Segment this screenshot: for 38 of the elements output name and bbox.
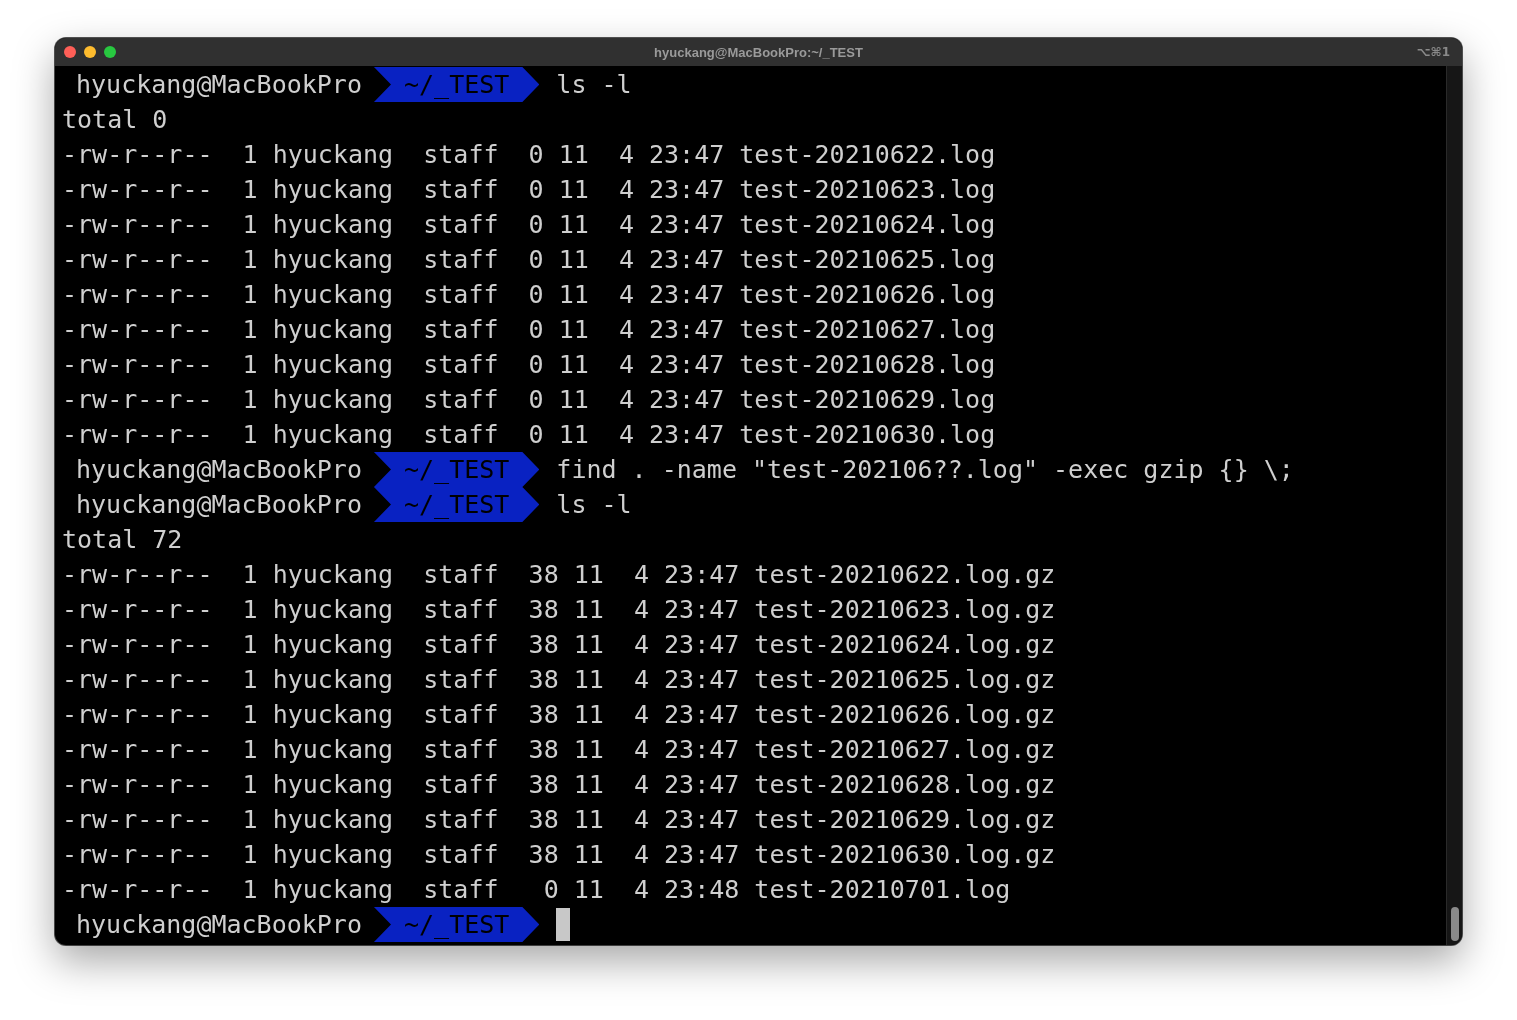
command-text: find . -name "test-202106??.log" -exec gzip {} \; [555, 454, 1294, 486]
prompt-user: hyuckang@MacBookPro [75, 69, 363, 101]
shortcut-label: ⌥⌘1 [1416, 45, 1450, 59]
output-line: -rw-r--r-- 1 hyuckang staff 0 11 4 23:47 test-20210625.log [62, 244, 996, 276]
output-line: total 72 [62, 524, 183, 556]
prompt-user: hyuckang@MacBookPro [75, 909, 363, 941]
output-line: -rw-r--r-- 1 hyuckang staff 0 11 4 23:47 test-20210627.log [62, 314, 996, 346]
output-line: -rw-r--r-- 1 hyuckang staff 38 11 4 23:47 test-20210630.log.gz [62, 839, 1056, 871]
output-line: -rw-r--r-- 1 hyuckang staff 0 11 4 23:47 test-20210630.log [62, 419, 996, 451]
output-line: -rw-r--r-- 1 hyuckang staff 0 11 4 23:47 test-20210628.log [62, 349, 996, 381]
prompt-user: hyuckang@MacBookPro [75, 454, 363, 486]
output-line: -rw-r--r-- 1 hyuckang staff 0 11 4 23:47 test-20210623.log [62, 174, 996, 206]
output-line: -rw-r--r-- 1 hyuckang staff 38 11 4 23:47 test-20210622.log.gz [62, 559, 1056, 591]
output-line: -rw-r--r-- 1 hyuckang staff 38 11 4 23:47 test-20210623.log.gz [62, 594, 1056, 626]
zoom-button[interactable] [104, 46, 116, 58]
prompt-path-segment: ~/_TEST [374, 452, 540, 487]
output-line: -rw-r--r-- 1 hyuckang staff 38 11 4 23:47 test-20210627.log.gz [62, 734, 1056, 766]
prompt-path-segment: ~/_TEST [374, 907, 540, 942]
output-line: -rw-r--r-- 1 hyuckang staff 38 11 4 23:47 test-20210629.log.gz [62, 804, 1056, 836]
output-line: -rw-r--r-- 1 hyuckang staff 0 11 4 23:47 test-20210624.log [62, 209, 996, 241]
output-line: total 0 [62, 104, 168, 136]
command-text: ls -l [555, 489, 632, 521]
minimize-button[interactable] [84, 46, 96, 58]
prompt-path-segment: ~/_TEST [374, 67, 540, 102]
window-title: hyuckang@MacBookPro:~/_TEST [654, 44, 863, 60]
output-line: -rw-r--r-- 1 hyuckang staff 0 11 4 23:47 test-20210626.log [62, 279, 996, 311]
output-line: -rw-r--r-- 1 hyuckang staff 38 11 4 23:47 test-20210628.log.gz [62, 769, 1056, 801]
output-line: -rw-r--r-- 1 hyuckang staff 38 11 4 23:47 test-20210626.log.gz [62, 699, 1056, 731]
scroll-thumb[interactable] [1450, 907, 1459, 941]
close-button[interactable] [64, 46, 76, 58]
command-text: ls -l [555, 69, 632, 101]
prompt-user: hyuckang@MacBookPro [75, 489, 363, 521]
output-line: -rw-r--r-- 1 hyuckang staff 0 11 4 23:47 test-20210629.log [62, 384, 996, 416]
output-line: -rw-r--r-- 1 hyuckang staff 38 11 4 23:47 test-20210624.log.gz [62, 629, 1056, 661]
output-line: -rw-r--r-- 1 hyuckang staff 0 11 4 23:48 test-20210701.log [62, 874, 1011, 906]
output-line: -rw-r--r-- 1 hyuckang staff 0 11 4 23:47 test-20210622.log [62, 139, 996, 171]
output-line: -rw-r--r-- 1 hyuckang staff 38 11 4 23:47 test-20210625.log.gz [62, 664, 1056, 696]
prompt-path-segment: ~/_TEST [374, 487, 540, 522]
